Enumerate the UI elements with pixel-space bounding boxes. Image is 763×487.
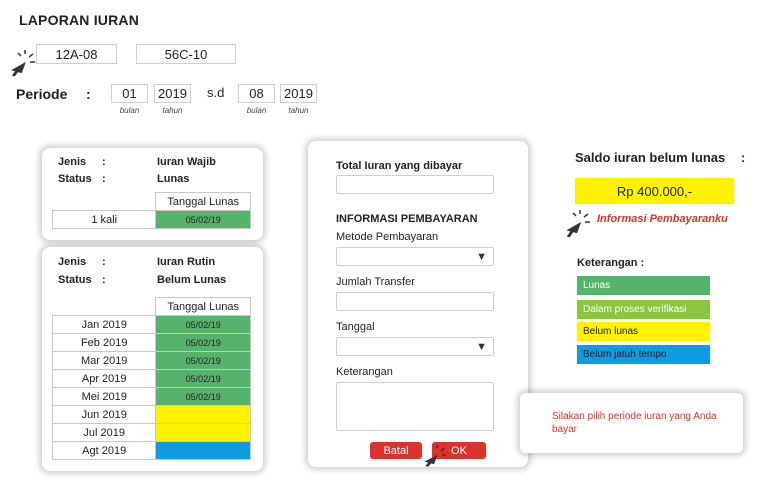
row-label: Mar 2019: [51, 351, 157, 370]
metode-select[interactable]: ▼: [336, 247, 494, 266]
payment-form-card: Total Iuran yang dibayar INFORMASI PEMBA…: [308, 141, 528, 467]
row-label: Agt 2019: [51, 441, 157, 460]
from-month-field[interactable]: 01: [111, 84, 148, 103]
click-cursor-icon: [11, 50, 35, 77]
row-date: 05/02/19: [155, 210, 251, 229]
table-row[interactable]: Jan 2019 05/02/19: [51, 315, 251, 334]
row-date: [155, 441, 251, 460]
status-colon: :: [102, 274, 106, 286]
table-row[interactable]: Jun 2019: [51, 405, 251, 424]
saldo-amount: Rp 400.000,-: [575, 178, 734, 204]
member-id-left[interactable]: 12A-08: [36, 44, 117, 64]
tanggal-label: Tanggal: [336, 321, 375, 333]
row-date: 05/02/19: [155, 351, 251, 370]
periode-colon: :: [86, 86, 91, 102]
status-label: Status: [58, 274, 92, 286]
table-row[interactable]: Jul 2019: [51, 423, 251, 442]
click-cursor-icon: [424, 445, 446, 467]
total-input[interactable]: [336, 175, 494, 194]
metode-label: Metode Pembayaran: [336, 231, 439, 243]
status-label: Status: [58, 173, 92, 185]
triangle-down-icon: ▼: [476, 251, 487, 263]
keterangan-label: Keterangan: [336, 366, 393, 378]
jenis-colon: :: [102, 256, 106, 268]
row-label: Apr 2019: [51, 369, 157, 388]
to-year-field[interactable]: 2019: [280, 84, 317, 103]
saldo-label: Saldo iuran belum lunas: [575, 150, 726, 165]
table-row: 1 kali 05/02/19: [51, 210, 251, 229]
row-date: 05/02/19: [155, 387, 251, 406]
row-date: 05/02/19: [155, 315, 251, 334]
row-date: 05/02/19: [155, 333, 251, 352]
status-value: Belum Lunas: [157, 274, 227, 286]
informasi-pembayaranku-link[interactable]: Informasi Pembayaranku: [597, 213, 728, 225]
jenis-label: Jenis: [58, 256, 87, 268]
hint-text: Silakan pilih periode iuran yang Anda ba…: [552, 411, 717, 435]
table-row[interactable]: Mei 2019 05/02/19: [51, 387, 251, 406]
bulan-caption: bulan: [119, 106, 140, 115]
jumlah-input[interactable]: [336, 292, 494, 311]
saldo-colon: :: [741, 150, 746, 165]
legend-item-belum-jatuh-tempo: Belum jatuh tempo: [577, 345, 710, 364]
row-date: [155, 405, 251, 424]
hint-tooltip: Silakan pilih periode iuran yang Anda ba…: [520, 393, 743, 453]
rutin-table: Tanggal Lunas Jan 2019 05/02/19 Feb 2019 0…: [51, 297, 251, 460]
jenis-colon: :: [102, 156, 106, 168]
member-id-right[interactable]: 56C-10: [136, 44, 236, 64]
click-cursor-icon: [566, 210, 590, 238]
row-label: Jun 2019: [51, 405, 157, 424]
tanggal-lunas-header: Tanggal Lunas: [155, 192, 251, 211]
jumlah-label: Jumlah Transfer: [336, 276, 415, 288]
tanggal-lunas-header: Tanggal Lunas: [155, 297, 251, 316]
status-colon: :: [102, 173, 106, 185]
page-title: LAPORAN IURAN: [19, 12, 140, 28]
row-date: [155, 423, 251, 442]
row-label: Feb 2019: [51, 333, 157, 352]
legend-item-belum-lunas: Belum lunas: [577, 322, 710, 341]
row-label: Jul 2019: [51, 423, 157, 442]
legend-item-verifikasi: Dalam proses verifikasi: [577, 300, 710, 319]
table-row[interactable]: Mar 2019 05/02/19: [51, 351, 251, 370]
to-month-field[interactable]: 08: [238, 84, 275, 103]
tanggal-select[interactable]: ▼: [336, 337, 494, 356]
tahun-caption: tahun: [288, 106, 309, 115]
legend-title: Keterangan :: [577, 257, 645, 269]
status-value: Lunas: [157, 173, 190, 185]
jenis-value: Iuran Wajib: [157, 156, 216, 168]
table-row[interactable]: Apr 2019 05/02/19: [51, 369, 251, 388]
row-date: 05/02/19: [155, 369, 251, 388]
triangle-down-icon: ▼: [476, 341, 487, 353]
row-label: Jan 2019: [51, 315, 157, 334]
batal-button[interactable]: Batal: [370, 442, 422, 459]
periode-label: Periode: [16, 86, 68, 102]
row-label: Mei 2019: [51, 387, 157, 406]
iuran-wajib-card: Jenis : Iuran Wajib Status : Lunas Tangg…: [42, 148, 263, 240]
jenis-value: Iuran Rutin: [157, 256, 216, 268]
iuran-rutin-card: Jenis : Iuran Rutin Status : Belum Lunas…: [42, 247, 263, 471]
tahun-caption: tahun: [162, 106, 183, 115]
jenis-label: Jenis: [58, 156, 87, 168]
table-row[interactable]: Feb 2019 05/02/19: [51, 333, 251, 352]
total-label: Total Iuran yang dibayar: [336, 160, 463, 172]
wajib-table: Tanggal Lunas 1 kali 05/02/19: [51, 192, 251, 229]
table-row[interactable]: Agt 2019: [51, 441, 251, 460]
row-label: 1 kali: [51, 210, 157, 229]
sd-label: s.d: [207, 85, 225, 100]
info-heading: INFORMASI PEMBAYARAN: [336, 213, 478, 225]
legend-item-lunas: Lunas: [577, 276, 710, 295]
from-year-field[interactable]: 2019: [154, 84, 191, 103]
keterangan-textarea[interactable]: [336, 382, 494, 431]
bulan-caption: bulan: [246, 106, 267, 115]
